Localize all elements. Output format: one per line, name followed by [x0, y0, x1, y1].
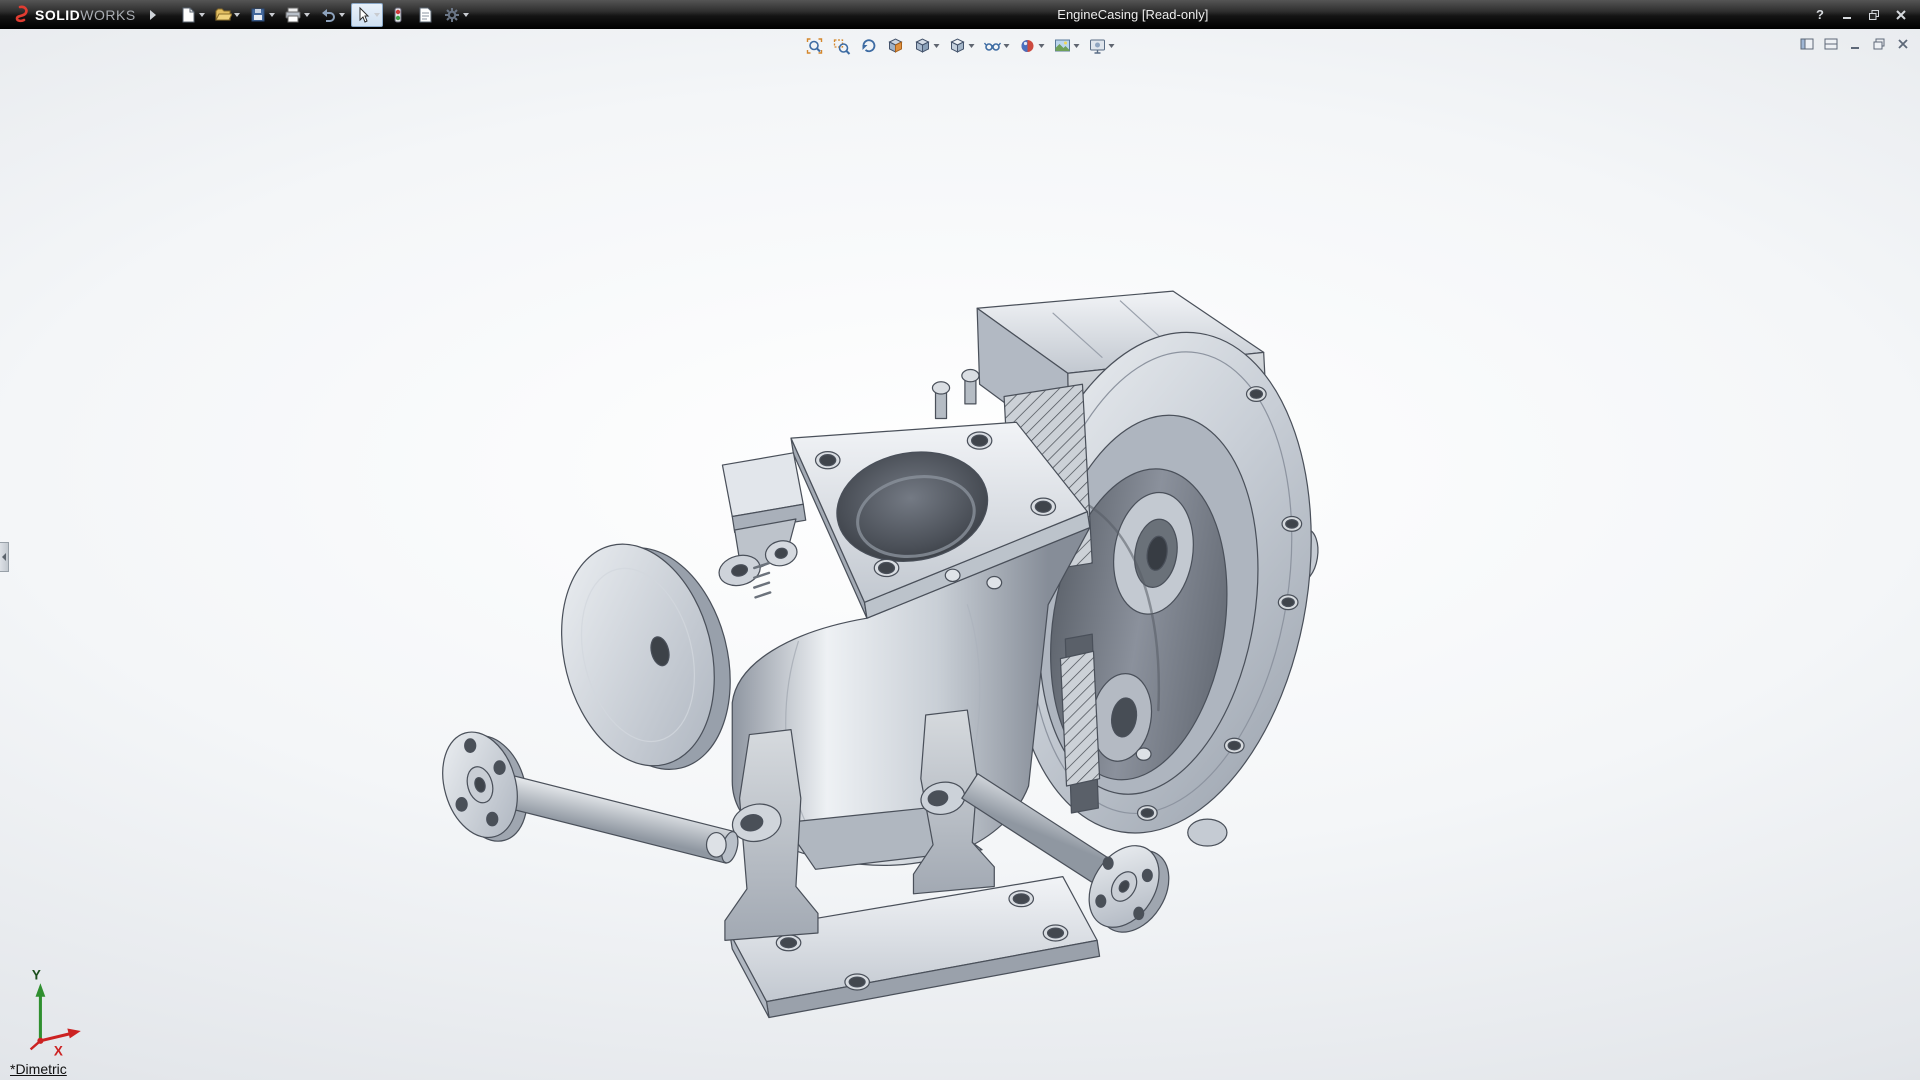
minimize-icon — [1847, 36, 1863, 52]
triad-x-label: X — [54, 1043, 63, 1058]
section-view-button[interactable] — [884, 34, 908, 58]
zoom-to-area-button[interactable] — [830, 34, 854, 58]
doc-close-button[interactable] — [1893, 34, 1912, 53]
document-window-controls — [1797, 34, 1912, 53]
chevron-down-icon[interactable] — [304, 13, 310, 17]
display-style-icon — [949, 37, 967, 55]
zoom-to-fit-button[interactable] — [803, 34, 827, 58]
new-document-button[interactable] — [176, 3, 208, 27]
chevron-down-icon[interactable] — [1074, 44, 1080, 48]
appearance-ball-icon — [1019, 37, 1037, 55]
heads-up-toolbar — [803, 34, 1118, 58]
graphics-viewport[interactable]: Y X — [0, 29, 1920, 1080]
minimize-button[interactable] — [1838, 6, 1856, 24]
view-orientation-button[interactable] — [911, 34, 943, 58]
chevron-down-icon[interactable] — [269, 13, 275, 17]
rebuild-button[interactable] — [386, 3, 410, 27]
side-bracket[interactable] — [716, 453, 806, 598]
print-icon — [284, 6, 302, 24]
split-pane-button[interactable] — [1821, 34, 1840, 53]
display-style-button[interactable] — [946, 34, 978, 58]
window-controls: ? — [1811, 6, 1920, 24]
restore-icon — [1871, 36, 1887, 52]
chevron-down-icon[interactable] — [339, 13, 345, 17]
save-button[interactable] — [246, 3, 278, 27]
section-view-icon — [887, 37, 905, 55]
undo-arrow-icon — [319, 6, 337, 24]
hide-show-items-button[interactable] — [981, 34, 1013, 58]
apply-scene-icon — [1054, 37, 1072, 55]
save-floppy-icon — [249, 6, 267, 24]
chevron-down-icon[interactable] — [234, 13, 240, 17]
zoom-to-area-icon — [833, 37, 851, 55]
dassault-logo-icon — [10, 5, 30, 25]
minimize-icon — [1841, 9, 1853, 21]
view-settings-button[interactable] — [1086, 34, 1118, 58]
chevron-left-icon — [2, 553, 6, 561]
hide-show-glasses-icon — [984, 37, 1002, 55]
rebuild-traffic-light-icon — [389, 6, 407, 24]
edit-appearance-button[interactable] — [1016, 34, 1048, 58]
apply-scene-button[interactable] — [1051, 34, 1083, 58]
undo-button[interactable] — [316, 3, 348, 27]
engine-casing-model[interactable]: Y X — [0, 29, 1920, 1080]
featuremanager-collapse-handle[interactable] — [0, 542, 9, 572]
solidworks-logo: SOLIDWORKS — [0, 0, 146, 29]
chevron-down-icon[interactable] — [934, 44, 940, 48]
previous-view-button[interactable] — [857, 34, 881, 58]
view-orientation-cube-icon — [914, 37, 932, 55]
view-orientation-label: *Dimetric — [10, 1061, 67, 1077]
chevron-down-icon[interactable] — [374, 13, 380, 17]
file-properties-button[interactable] — [413, 3, 437, 27]
file-properties-icon — [416, 6, 434, 24]
document-title: EngineCasing [Read-only] — [1057, 7, 1208, 22]
view-settings-icon — [1089, 37, 1107, 55]
close-icon — [1895, 36, 1911, 52]
open-folder-icon — [214, 6, 232, 24]
featuremanager-pane-icon — [1799, 36, 1815, 52]
chevron-down-icon[interactable] — [463, 13, 469, 17]
chevron-down-icon[interactable] — [969, 44, 975, 48]
chevron-down-icon[interactable] — [1004, 44, 1010, 48]
open-button[interactable] — [211, 3, 243, 27]
menu-flyout-arrow[interactable] — [150, 10, 156, 20]
title-bar: SOLIDWORKS — [0, 0, 1920, 29]
spring-coil — [754, 563, 770, 597]
print-button[interactable] — [281, 3, 313, 27]
new-document-icon — [179, 6, 197, 24]
chevron-down-icon[interactable] — [1109, 44, 1115, 48]
show-featuremanager-button[interactable] — [1797, 34, 1816, 53]
select-cursor-icon — [354, 6, 372, 24]
solidworks-wordmark: SOLIDWORKS — [35, 7, 136, 23]
chevron-down-icon[interactable] — [199, 13, 205, 17]
zoom-to-fit-icon — [806, 37, 824, 55]
gear-icon — [443, 6, 461, 24]
close-button[interactable] — [1892, 6, 1910, 24]
doc-minimize-button[interactable] — [1845, 34, 1864, 53]
chevron-down-icon[interactable] — [1039, 44, 1045, 48]
doc-restore-button[interactable] — [1869, 34, 1888, 53]
options-button[interactable] — [440, 3, 472, 27]
restore-icon — [1868, 9, 1880, 21]
previous-view-icon — [860, 37, 878, 55]
main-toolbar — [176, 3, 472, 27]
help-button[interactable]: ? — [1811, 6, 1829, 24]
orientation-triad[interactable]: Y X — [31, 968, 81, 1059]
restore-button[interactable] — [1865, 6, 1883, 24]
split-pane-icon — [1823, 36, 1839, 52]
close-icon — [1895, 9, 1907, 21]
triad-y-label: Y — [32, 968, 41, 983]
select-button[interactable] — [351, 3, 383, 27]
